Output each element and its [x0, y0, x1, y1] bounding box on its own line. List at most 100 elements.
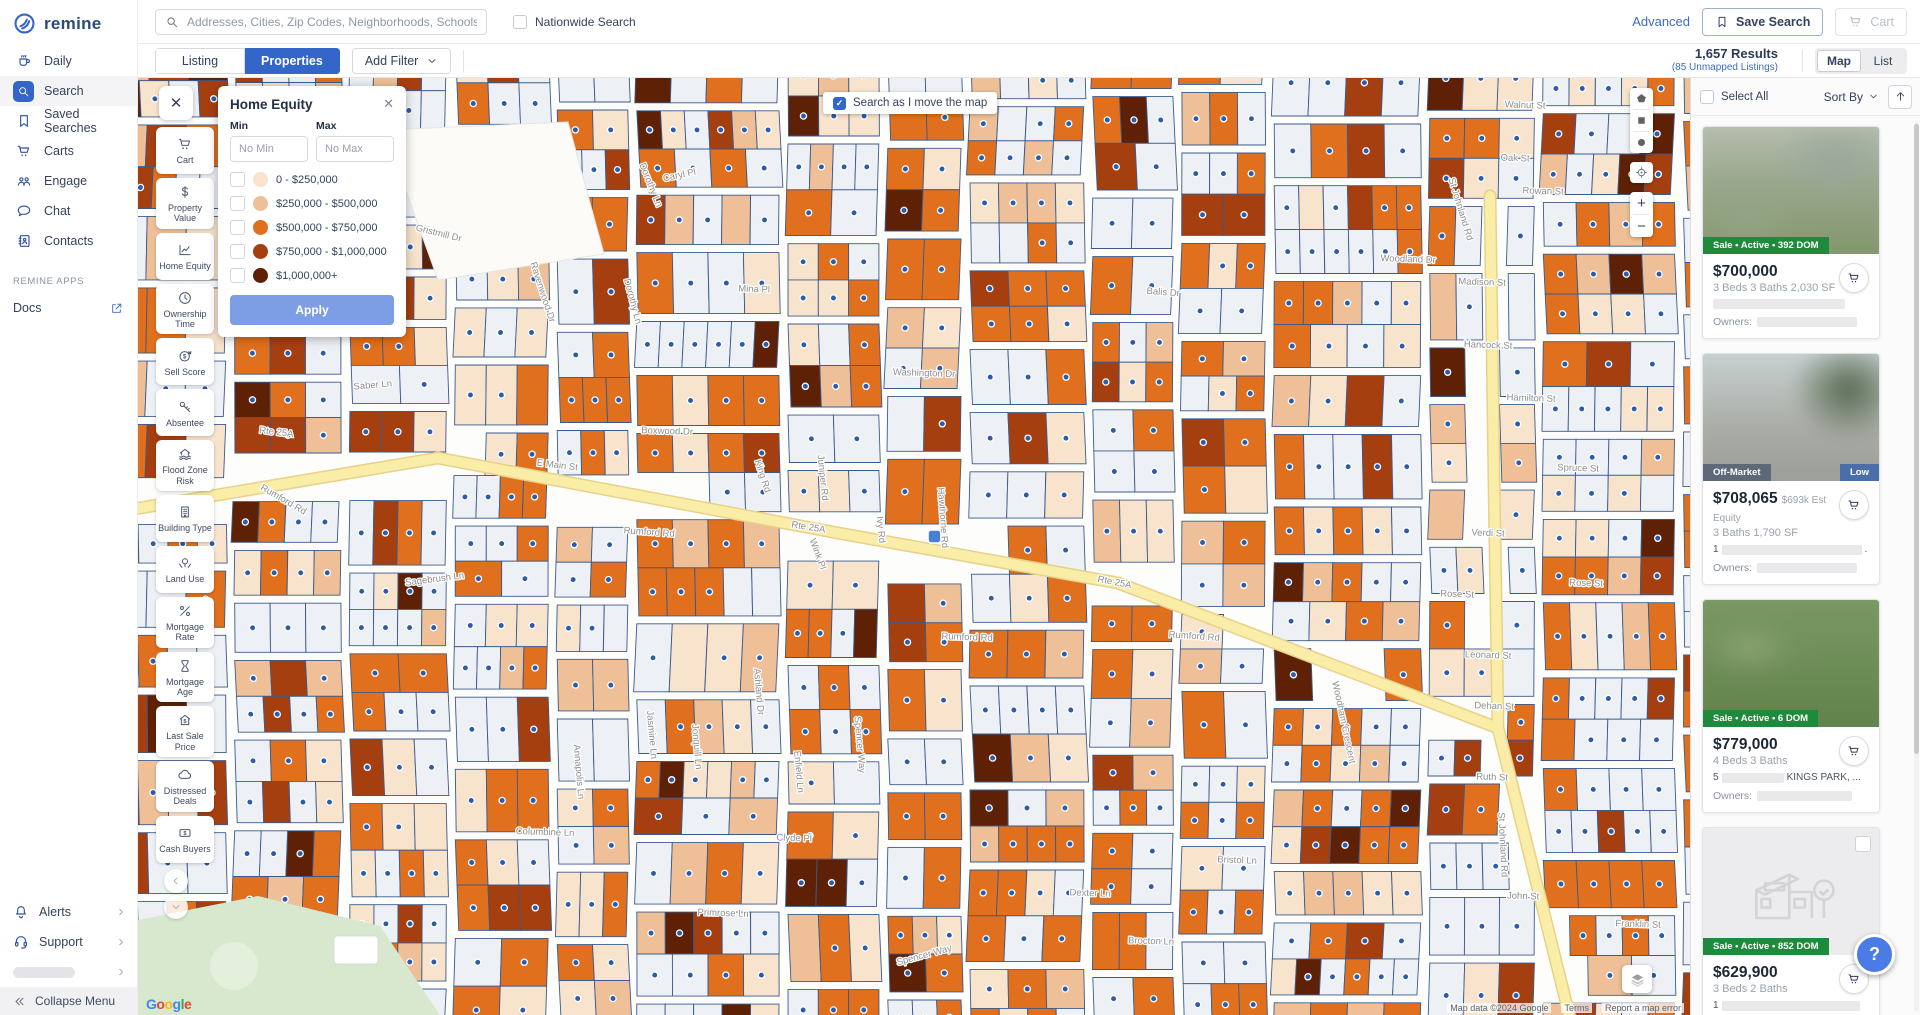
redacted-text	[1757, 317, 1857, 327]
rail-item-absentee[interactable]: Absentee	[156, 389, 214, 436]
attribution-item[interactable]: Map data ©2024 Google	[1447, 1003, 1551, 1013]
sort-by-dropdown[interactable]: Sort By	[1824, 90, 1879, 104]
select-all-toggle[interactable]: Select All	[1700, 90, 1768, 104]
redacted-text	[1757, 563, 1857, 573]
sidebar-item-docs[interactable]: Docs	[0, 293, 137, 323]
sidebar-item-alerts[interactable]: Alerts	[0, 897, 137, 927]
max-equity-input[interactable]	[316, 136, 394, 162]
map-canvas[interactable]: Walnut StOak StRowan StSt Johnland RdCar…	[138, 78, 1690, 1015]
equity-range-row[interactable]: $750,000 - $1,000,000	[230, 244, 394, 259]
save-search-button[interactable]: Save Search	[1702, 8, 1823, 36]
unmapped-count[interactable]: (85 Unmapped Listings)	[1672, 62, 1778, 75]
rail-item-mortgage-rate[interactable]: Mortgage Rate	[156, 597, 214, 648]
equity-range-row[interactable]: 0 - $250,000	[230, 172, 394, 187]
view-toggle-map[interactable]: Map	[1817, 50, 1861, 72]
listing-card[interactable]: Off-MarketLow$708,065$693k Est Equity3 B…	[1702, 353, 1880, 585]
sidebar-item-redacted[interactable]	[0, 957, 137, 987]
rail-item-property-value[interactable]: Property Value	[156, 178, 214, 229]
nationwide-checkbox[interactable]	[513, 15, 527, 29]
sort-direction-button[interactable]	[1888, 85, 1912, 109]
draw-polygon-button[interactable]	[1630, 88, 1653, 109]
equity-range-checkbox[interactable]	[230, 268, 245, 283]
cart-label: Cart	[1870, 15, 1894, 29]
sidebar-item-carts[interactable]: Carts	[0, 136, 137, 166]
equity-range-checkbox[interactable]	[230, 244, 245, 259]
add-filter-label: Add Filter	[365, 54, 419, 68]
rail-item-distressed-deals[interactable]: Distressed Deals	[156, 761, 214, 812]
global-search[interactable]	[155, 9, 487, 35]
locate-me-button[interactable]	[1630, 162, 1653, 183]
rail-item-cart[interactable]: Cart	[156, 127, 214, 174]
equity-color-swatch	[253, 244, 268, 259]
zoom-in-button[interactable]: +	[1630, 192, 1653, 214]
zoom-out-button[interactable]: −	[1630, 215, 1653, 237]
search-as-move-checkbox[interactable]: ✓	[833, 97, 846, 110]
owners-label: Owners:	[1713, 316, 1752, 328]
search-as-move-toggle[interactable]: ✓ Search as I move the map	[823, 92, 997, 114]
add-to-cart-button[interactable]	[1839, 490, 1869, 520]
select-all-checkbox[interactable]	[1700, 90, 1714, 104]
add-to-cart-button[interactable]	[1839, 263, 1869, 293]
help-button[interactable]: ?	[1854, 934, 1895, 975]
listing-card[interactable]: Sale • Active • 392 DOM$700,0003 Beds 3 …	[1702, 126, 1880, 339]
rail-item-home-equity[interactable]: Home Equity	[156, 233, 214, 280]
listing-card-list: Sale • Active • 392 DOM$700,0003 Beds 3 …	[1691, 116, 1920, 1015]
sidebar-item-daily[interactable]: Daily	[0, 46, 137, 76]
search-input[interactable]	[187, 15, 477, 29]
tab-properties[interactable]: Properties	[245, 48, 340, 74]
card-select-checkbox[interactable]	[1855, 836, 1871, 852]
key-icon	[177, 399, 193, 415]
collapse-menu-button[interactable]: Collapse Menu	[0, 987, 137, 1015]
sidebar-item-search[interactable]: Search	[0, 76, 137, 106]
sidebar-item-chat[interactable]: Chat	[0, 196, 137, 226]
sidebar-item-saved-searches[interactable]: Saved Searches	[0, 106, 137, 136]
listing-photo: Sale • Active • 392 DOM	[1703, 127, 1879, 254]
view-toggle-list[interactable]: List	[1861, 50, 1905, 72]
rail-item-building-type[interactable]: Building Type	[156, 495, 214, 542]
tab-listing[interactable]: Listing	[155, 48, 245, 74]
sidebar-item-label: Alerts	[39, 905, 71, 919]
equity-range-checkbox[interactable]	[230, 172, 245, 187]
equity-range-row[interactable]: $1,000,000+	[230, 268, 394, 283]
sidebar-item-contacts[interactable]: Contacts	[0, 226, 137, 256]
rail-item-last-sale-price[interactable]: $Last Sale Price	[156, 706, 214, 757]
rail-item-land-use[interactable]: Land Use	[156, 546, 214, 593]
draw-rectangle-button[interactable]	[1630, 110, 1653, 131]
rail-item-mortgage-age[interactable]: Mortgage Age	[156, 652, 214, 703]
listing-card[interactable]: Sale • Active • 6 DOM$779,0004 Beds 3 Ba…	[1702, 599, 1880, 813]
listings-scrollbar[interactable]	[1914, 122, 1919, 1011]
rail-scroll-down-button[interactable]	[164, 895, 188, 919]
equity-range-checkbox[interactable]	[230, 196, 245, 211]
close-panel-button[interactable]: ✕	[383, 97, 394, 110]
rail-scroll-left-button[interactable]	[164, 869, 188, 893]
scrollbar-thumb[interactable]	[1914, 124, 1919, 754]
sidebar-item-engage[interactable]: Engage	[0, 166, 137, 196]
listings-panel: Select All Sort By Sale • Active • 392 D…	[1690, 78, 1920, 1015]
sidebar-item-support[interactable]: Support	[0, 927, 137, 957]
rail-item-sell-score[interactable]: $Sell Score	[156, 338, 214, 385]
nationwide-search-toggle[interactable]: Nationwide Search	[513, 15, 636, 29]
close-rail-button[interactable]: ✕	[159, 86, 193, 120]
draw-circle-button[interactable]	[1630, 132, 1653, 153]
advanced-link[interactable]: Advanced	[1632, 14, 1690, 29]
add-to-cart-button[interactable]	[1839, 736, 1869, 766]
equity-range-row[interactable]: $250,000 - $500,000	[230, 196, 394, 211]
equity-range-checkbox[interactable]	[230, 220, 245, 235]
map-layers-button[interactable]	[1622, 965, 1652, 993]
listing-card[interactable]: Sale • Active • 852 DOM$629,9003 Beds 2 …	[1702, 827, 1880, 1015]
equity-range-row[interactable]: $500,000 - $750,000	[230, 220, 394, 235]
equity-range-label: $750,000 - $1,000,000	[276, 246, 387, 258]
attribution-item[interactable]: Terms	[1561, 1003, 1592, 1013]
rail-item-ownership-time[interactable]: Ownership Time	[156, 284, 214, 335]
owners-row: Owners:	[1713, 562, 1869, 574]
add-filter-button[interactable]: Add Filter	[352, 48, 452, 74]
owners-row: Owners:	[1713, 316, 1869, 328]
apply-filter-button[interactable]: Apply	[230, 295, 394, 325]
rail-item-cash-buyers[interactable]: $Cash Buyers	[156, 816, 214, 863]
min-equity-input[interactable]	[230, 136, 308, 162]
cart-button[interactable]: Cart	[1835, 8, 1907, 36]
attribution-item[interactable]: Report a map error	[1602, 1003, 1684, 1013]
max-label: Max	[316, 120, 394, 132]
rail-item-flood-zone-risk[interactable]: Flood Zone Risk	[156, 440, 214, 491]
brand-logo[interactable]: remine	[0, 0, 137, 46]
